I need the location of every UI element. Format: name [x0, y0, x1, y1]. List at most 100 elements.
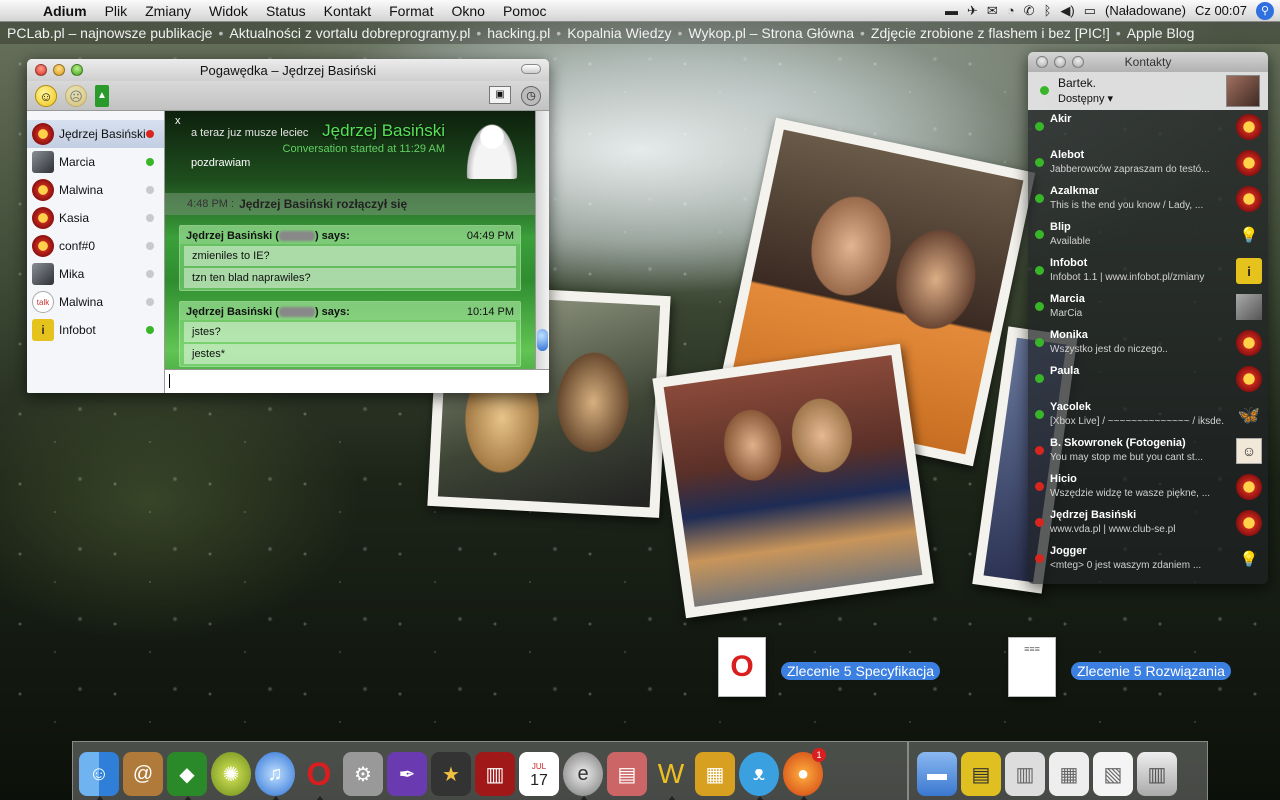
contact-row[interactable]: Alebot Jabberowców zapraszam do testó... — [1028, 146, 1268, 182]
redacted-account — [278, 231, 315, 242]
adium-duck-icon[interactable]: ✈ — [967, 3, 978, 19]
contact-row[interactable]: Jogger <mteg> 0 jest waszym zdaniem ... 💡 — [1028, 542, 1268, 578]
iphoto-icon[interactable]: ▤ — [607, 752, 647, 796]
bluetooth-icon[interactable]: ᛒ — [1044, 3, 1052, 18]
chat-tab-item[interactable]: i Infobot — [27, 316, 164, 344]
block-icon[interactable]: ☹ — [65, 84, 87, 107]
chat-tab-item[interactable]: Malwina — [27, 176, 164, 204]
contact-row[interactable]: Jędrzej Basiński www.vda.pl | www.club-se… — [1028, 506, 1268, 542]
scrollbar-thumb[interactable] — [537, 329, 548, 351]
menu-item-plik[interactable]: Plik — [96, 3, 137, 19]
wp-icon[interactable]: W — [651, 752, 691, 800]
opera-icon[interactable]: O — [299, 752, 339, 800]
menu-app-name[interactable]: Adium — [34, 3, 96, 19]
phone-icon[interactable]: ✆ — [1024, 3, 1035, 19]
message-sender: Jędrzej Basiński ( — [186, 306, 279, 318]
menu-item-status[interactable]: Status — [257, 3, 315, 19]
document-stack-icon[interactable]: ▦ — [1049, 752, 1089, 796]
chat-tab-item[interactable]: Marcia — [27, 148, 164, 176]
chat-tab-item[interactable]: Mika — [27, 260, 164, 288]
spotlight-search-icon[interactable]: ⚲ — [1256, 1, 1274, 20]
contact-row[interactable]: Hicio Wszędzie widzę te wasze piękne, ... — [1028, 470, 1268, 506]
angry-bird-icon[interactable]: ᴥ — [739, 752, 779, 800]
contact-row[interactable]: Paula — [1028, 362, 1268, 398]
menu-clock[interactable]: Cz 00:07 — [1195, 3, 1247, 18]
document-stack-icon[interactable]: ▥ — [1005, 752, 1045, 796]
wifi-icon[interactable]: ◔ — [1007, 3, 1015, 18]
contacts-titlebar[interactable]: Kontakty — [1028, 52, 1268, 72]
desktop-file-label-specyfikacja[interactable]: Zlecenie 5 Specyfikacja — [781, 662, 941, 680]
contact-row[interactable]: Azalkmar This is the end you know / Lady,… — [1028, 182, 1268, 218]
menu-item-okno[interactable]: Okno — [442, 3, 493, 19]
firefox-icon[interactable]: ● 1 — [783, 748, 826, 800]
menu-item-widok[interactable]: Widok — [200, 3, 257, 19]
limewire-icon[interactable]: ✺ — [211, 752, 251, 796]
menu-item-kontakt[interactable]: Kontakt — [315, 3, 380, 19]
desktop-file-specyfikacja[interactable]: O — [716, 637, 768, 703]
bookmark-link[interactable]: Wykop.pl – Strona Główna — [685, 25, 857, 41]
contact-row[interactable]: Marcia MarCia — [1028, 290, 1268, 326]
finder-icon[interactable]: ☺ — [79, 752, 119, 800]
bookmark-link[interactable]: hacking.pl — [484, 25, 553, 41]
contact-row[interactable]: Blip Available 💡 — [1028, 218, 1268, 254]
chat-titlebar[interactable]: Pogawędka – Jędrzej Basiński — [27, 59, 549, 81]
message-input[interactable] — [165, 369, 549, 393]
status-dot — [146, 326, 154, 334]
contact-row[interactable]: Yacolek [Xbox Live] / ~~~~~~~~~~~~~~ / ik… — [1028, 398, 1268, 434]
chat-window-title: Pogawędka – Jędrzej Basiński — [199, 62, 377, 78]
close-window-button[interactable] — [35, 64, 47, 76]
volume-icon[interactable]: ◀) — [1060, 3, 1074, 19]
stack-folder-icon[interactable]: ▤ — [961, 752, 1001, 796]
contact-name: Akir — [1050, 113, 1072, 125]
desktop-file-label-rozwiazania[interactable]: Zlecenie 5 Rozwiązania — [1071, 662, 1231, 680]
folder-icon[interactable]: ▬ — [917, 752, 957, 796]
battery-status[interactable]: (Naładowane) — [1105, 3, 1186, 18]
bookmark-link[interactable]: Apple Blog — [1124, 25, 1198, 41]
trash-icon[interactable]: ▥ — [1137, 752, 1177, 796]
photo-booth-icon[interactable]: ▥ — [475, 752, 515, 796]
bookmark-link[interactable]: PCLab.pl – najnowsze publikacje — [4, 25, 215, 41]
minimize-window-button[interactable] — [53, 64, 65, 76]
address-book-icon[interactable]: @ — [123, 752, 163, 796]
zoom-window-button[interactable] — [71, 64, 83, 76]
contact-info-icon[interactable]: ▣ — [489, 86, 511, 104]
close-header-button[interactable]: x — [175, 115, 181, 127]
toolbar-toggle-button[interactable] — [521, 64, 541, 74]
chat-tab-item[interactable]: Jędrzej Basiński — [27, 120, 164, 148]
zoom-window-button[interactable] — [1072, 56, 1084, 68]
imovie-icon[interactable]: ★ — [431, 752, 471, 796]
chat-tab-item[interactable]: conf#0 — [27, 232, 164, 260]
bookmark-link[interactable]: Aktualności z vortalu dobreprogramy.pl — [226, 25, 473, 41]
contact-row[interactable]: B. Skowronek (Fotogenia) You may stop me … — [1028, 434, 1268, 470]
menu-item-zmiany[interactable]: Zmiany — [136, 3, 200, 19]
history-icon[interactable]: ◷ — [521, 86, 541, 106]
mail-icon[interactable]: ✉ — [987, 3, 998, 19]
document-stack-icon[interactable]: ▧ — [1093, 752, 1133, 796]
bookmark-link[interactable]: Zdjęcie zrobione z flashem i bez [PIC!] — [868, 25, 1113, 41]
chat-tab-item[interactable]: talk Malwina — [27, 288, 164, 316]
contact-row[interactable]: Monika Wszystko jest do niczego.. — [1028, 326, 1268, 362]
menu-item-format[interactable]: Format — [380, 3, 442, 19]
ical-icon[interactable]: JUL 17 — [519, 752, 559, 796]
itunes-icon[interactable]: ♫ — [255, 752, 295, 800]
conversation-scrollbar[interactable] — [535, 111, 549, 369]
minimize-window-button[interactable] — [1054, 56, 1066, 68]
contact-row[interactable]: Infobot Infobot 1.1 | www.infobot.pl/zmia… — [1028, 254, 1268, 290]
battery-icon[interactable]: ▭ — [1084, 3, 1096, 19]
quill-icon[interactable]: ✒ — [387, 752, 427, 796]
send-file-icon[interactable]: ▲ — [95, 84, 109, 107]
close-window-button[interactable] — [1036, 56, 1048, 68]
dashboard-icon[interactable]: e — [563, 752, 603, 800]
bookmark-link[interactable]: Kopalnia Wiedzy — [564, 25, 674, 41]
recording-icon[interactable]: ▬ — [945, 3, 958, 18]
default-avatar-icon — [463, 117, 521, 179]
contact-row[interactable]: Akir — [1028, 110, 1268, 146]
own-avatar[interactable] — [1226, 75, 1260, 107]
menu-item-pomoc[interactable]: Pomoc — [494, 3, 556, 19]
chat-tab-item[interactable]: Kasia — [27, 204, 164, 232]
transmit-icon[interactable]: ▦ — [695, 752, 735, 796]
system-preferences-icon[interactable]: ⚙ — [343, 752, 383, 796]
emoticon-icon[interactable]: ☺ — [35, 84, 57, 107]
desktop-file-rozwiazania[interactable]: ≡≡≡ — [1006, 637, 1058, 703]
adium-icon[interactable]: ◆ — [167, 752, 207, 800]
